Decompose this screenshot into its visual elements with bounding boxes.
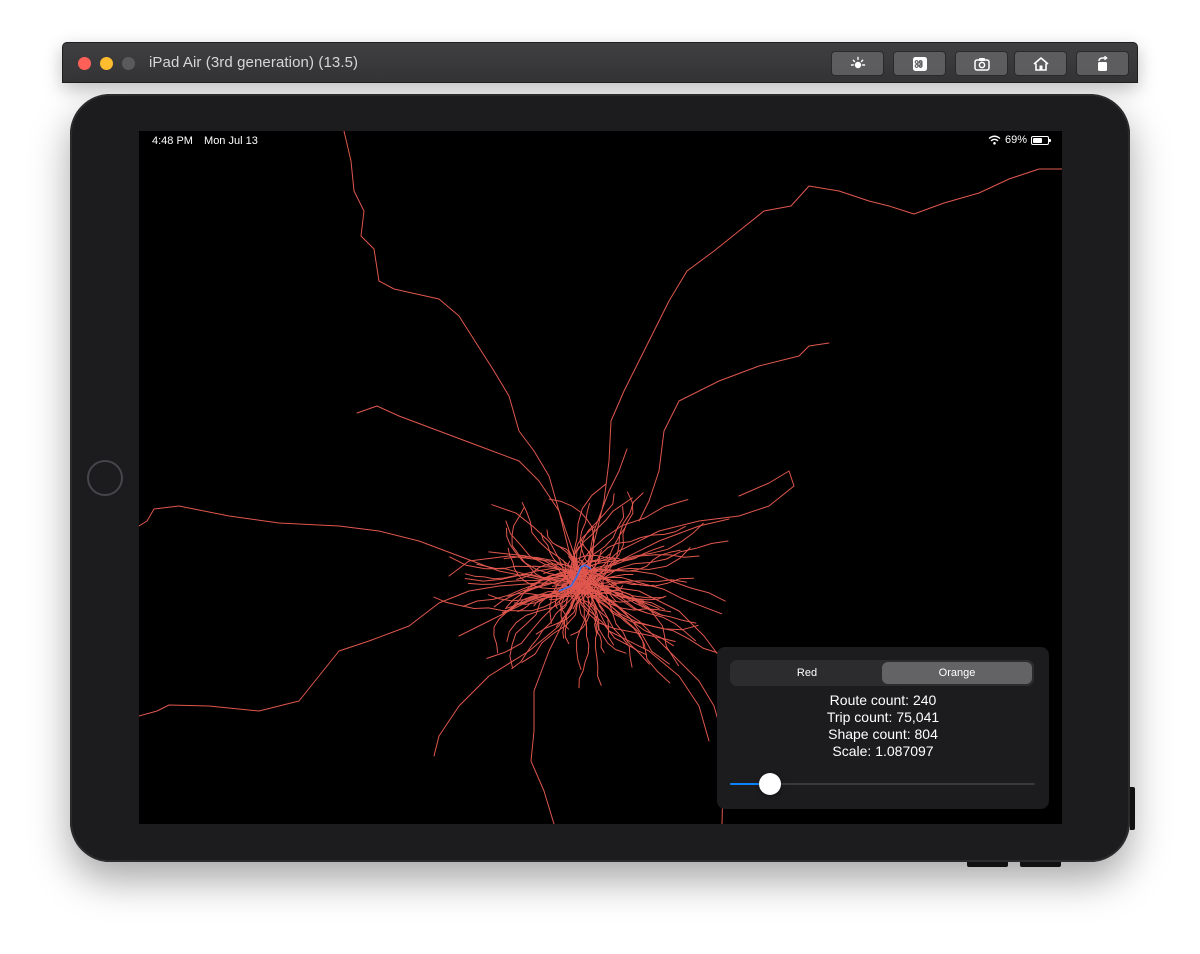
segment-orange[interactable]: Orange <box>882 662 1032 684</box>
scale-value: Scale: 1.087097 <box>832 743 934 759</box>
route-count: Route count: 240 <box>829 692 937 708</box>
line-segmented-control: Red Orange <box>730 660 1034 686</box>
status-bar-left: 4:48 PM Mon Jul 13 <box>152 135 258 147</box>
route-line <box>638 342 830 522</box>
close-window-button[interactable] <box>78 57 91 70</box>
rotate-icon <box>1097 55 1108 71</box>
route-line <box>139 505 585 584</box>
battery-percent: 69% <box>1004 134 1027 146</box>
home-icon <box>1032 56 1049 71</box>
minimize-window-button[interactable] <box>100 57 113 70</box>
route-line <box>530 582 585 824</box>
screenshot-button[interactable] <box>955 51 1008 76</box>
route-control-panel: Red Orange Route count: 240 Trip count: … <box>717 647 1049 809</box>
route-line <box>583 168 1062 584</box>
route-line <box>583 582 710 742</box>
screenshot-icon <box>973 57 990 71</box>
route-line <box>575 549 681 576</box>
trip-count: Trip count: 75,041 <box>826 709 940 725</box>
zoom-window-button[interactable] <box>122 57 135 70</box>
home-button-sim[interactable] <box>1014 51 1067 76</box>
route-line <box>583 582 725 824</box>
ipad-frame: 4:48 PM Mon Jul 13 69% Red Orange Route … <box>70 94 1135 867</box>
ipad-screen: 4:48 PM Mon Jul 13 69% Red Orange Route … <box>139 131 1062 824</box>
route-line <box>594 592 722 655</box>
status-bar-right: 69% <box>988 134 1051 146</box>
wifi-icon <box>988 135 1001 145</box>
simulator-title: iPad Air (3rd generation) (13.5) <box>149 54 359 71</box>
scale-slider[interactable] <box>730 773 1035 795</box>
shape-count: Shape count: 804 <box>828 726 938 742</box>
brightness-button[interactable] <box>831 51 884 76</box>
route-stats: Route count: 240 Trip count: 75,041 Shap… <box>717 692 1049 760</box>
rotate-button[interactable] <box>1076 51 1129 76</box>
command-icon <box>912 56 927 71</box>
hardware-home-button[interactable] <box>87 460 123 496</box>
volume-down-button <box>1020 862 1061 867</box>
route-line <box>343 131 585 584</box>
power-button <box>1130 787 1135 830</box>
battery-icon <box>1031 135 1051 145</box>
status-time: 4:48 PM <box>152 135 193 147</box>
simulator-toolbar: iPad Air (3rd generation) (13.5) <box>62 42 1138 83</box>
command-button[interactable] <box>893 51 946 76</box>
status-date: Mon Jul 13 <box>204 135 258 147</box>
route-line <box>356 405 585 584</box>
segment-red[interactable]: Red <box>732 662 882 684</box>
route-line <box>583 470 795 584</box>
slider-thumb[interactable] <box>758 773 781 795</box>
volume-up-button <box>967 862 1008 867</box>
brightness-icon <box>850 56 865 68</box>
